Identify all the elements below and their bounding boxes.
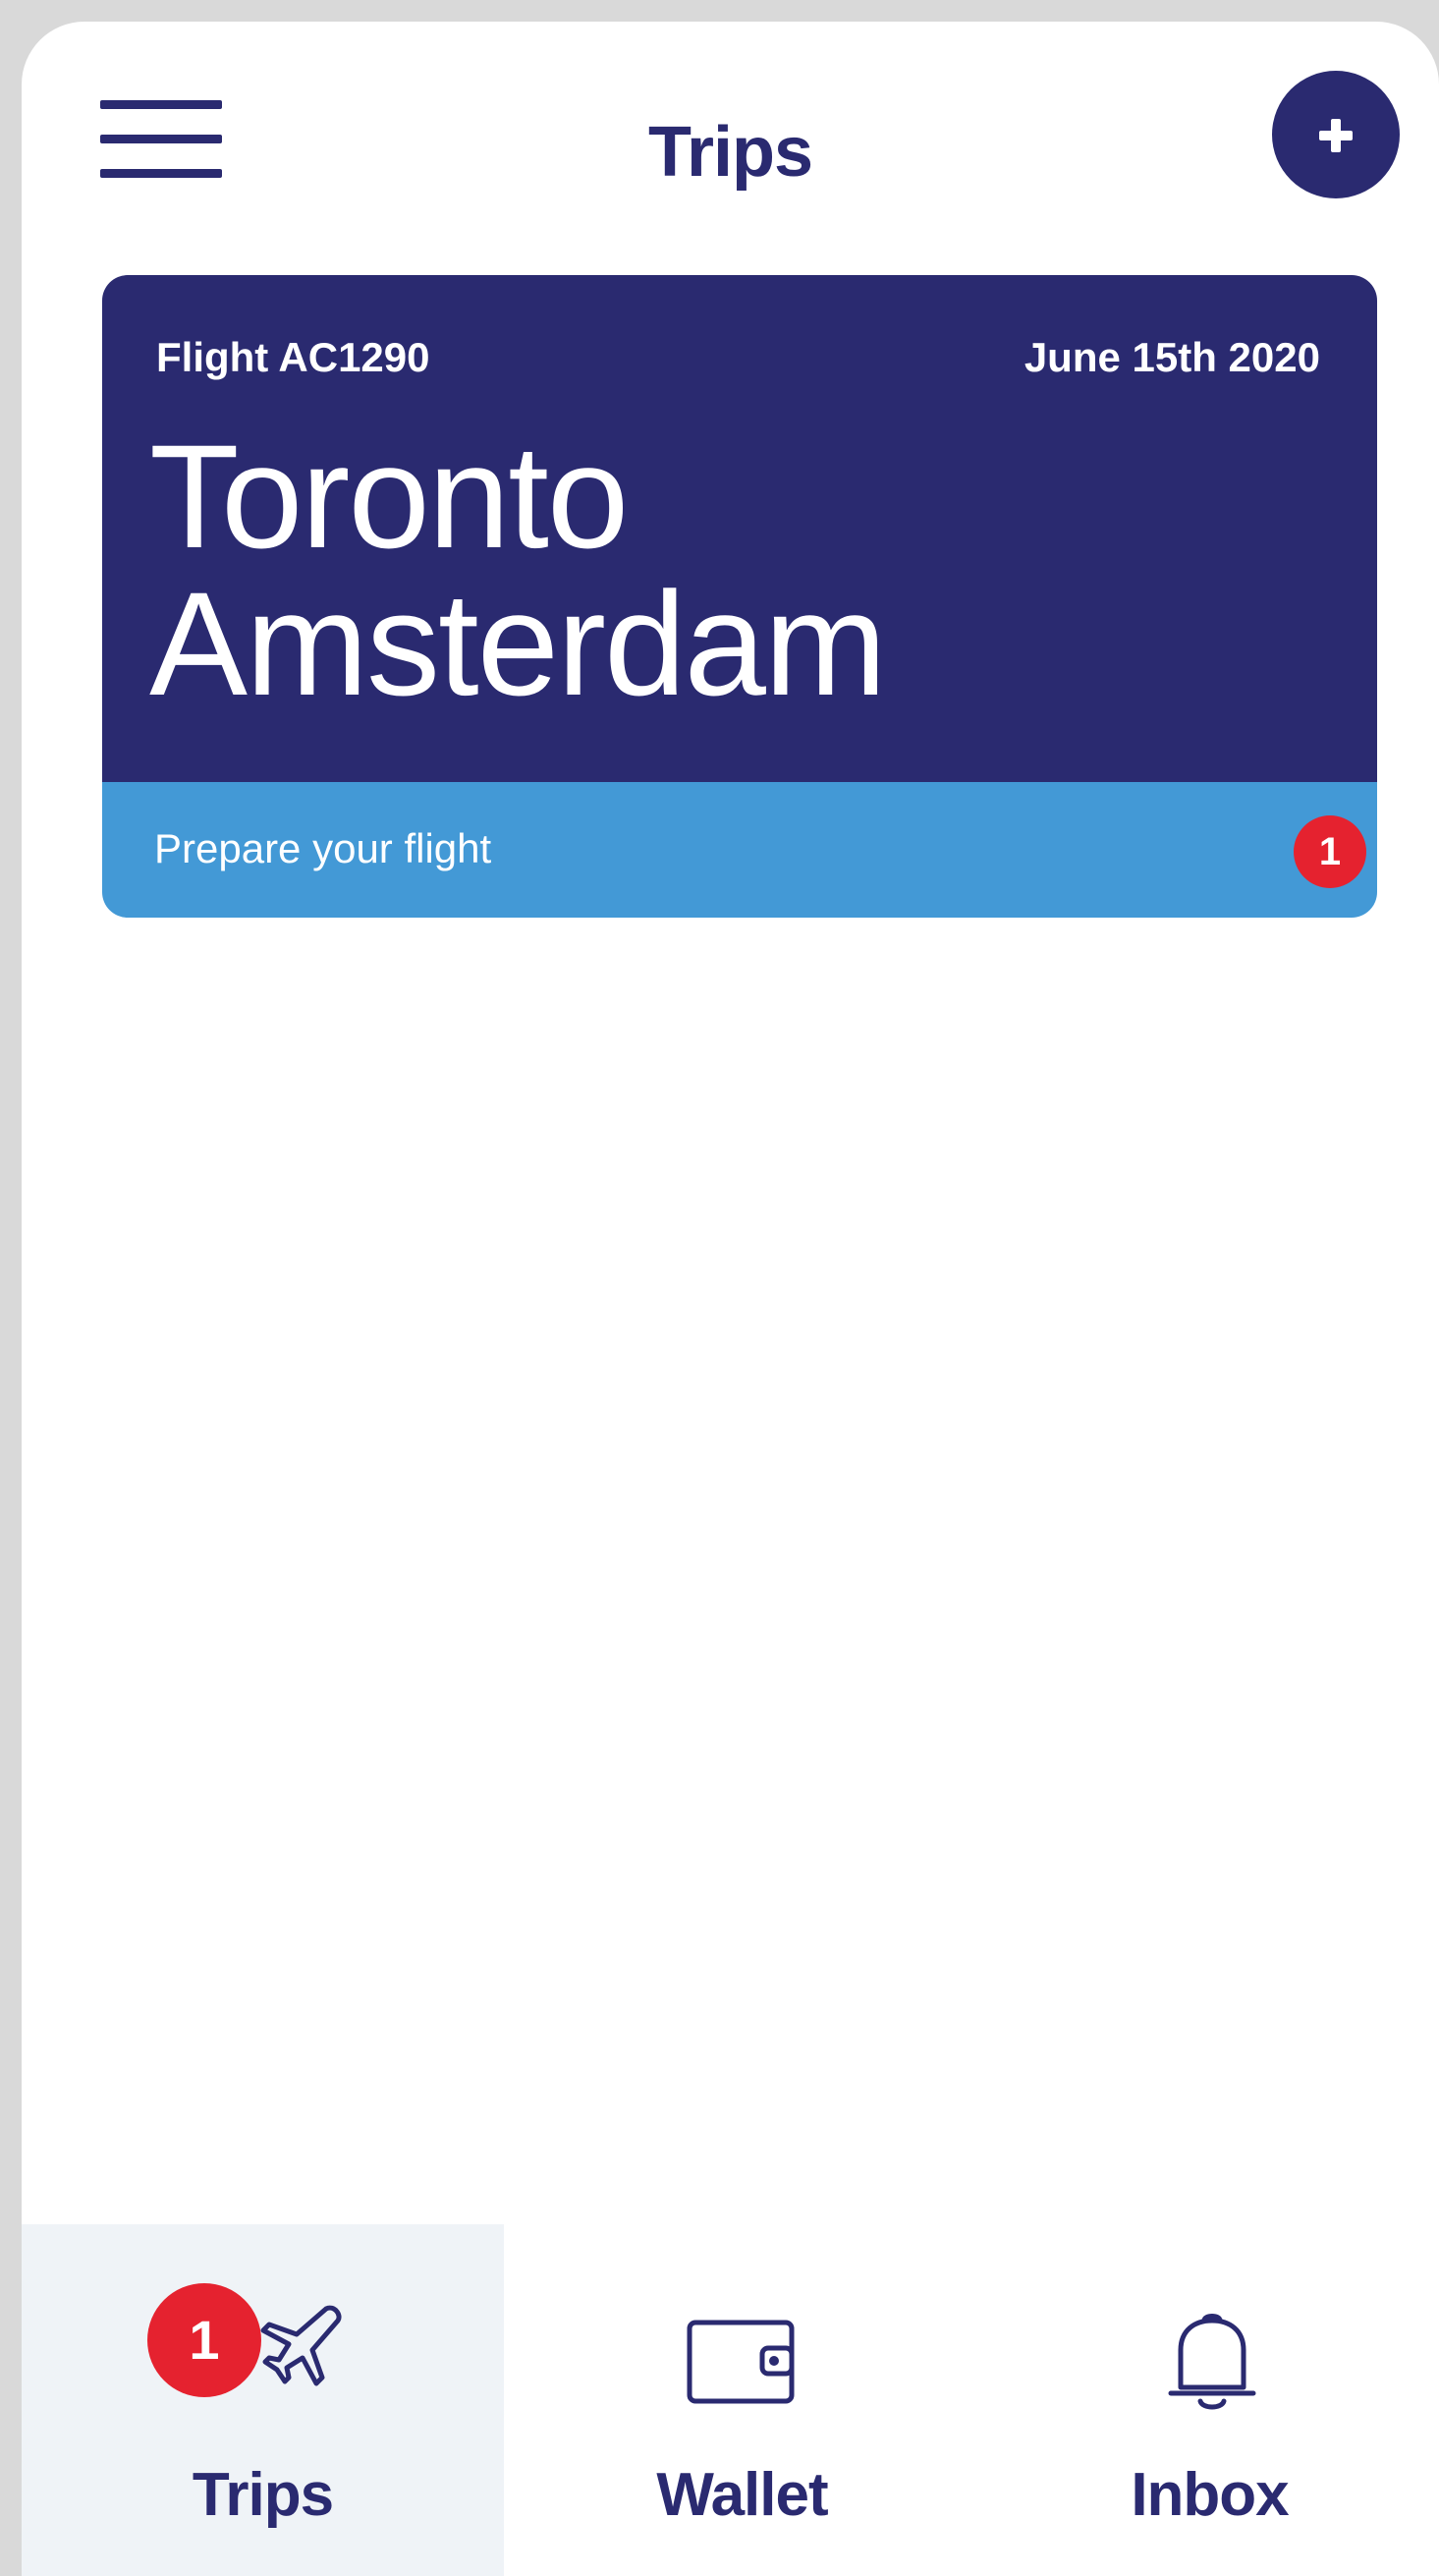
tab-wallet-label: Wallet bbox=[656, 2461, 828, 2529]
page-title: Trips bbox=[647, 113, 813, 192]
prepare-flight-label: Prepare your flight bbox=[154, 825, 492, 871]
trip-card-header: Flight AC1290 June 15th 2020 Toronto Ams… bbox=[102, 275, 1377, 782]
bell-icon bbox=[1168, 2314, 1256, 2410]
tab-trips[interactable]: 1 Trips bbox=[22, 2224, 504, 2576]
tab-wallet[interactable]: Wallet bbox=[504, 2224, 980, 2576]
trip-card[interactable]: Flight AC1290 June 15th 2020 Toronto Ams… bbox=[102, 275, 1377, 918]
wallet-icon bbox=[687, 2320, 795, 2404]
top-bar: Trips bbox=[22, 22, 1439, 257]
tab-trips-label: Trips bbox=[192, 2461, 334, 2529]
destination-city: Amsterdam bbox=[149, 561, 887, 726]
prepare-flight-bar[interactable]: Prepare your flight 1 bbox=[102, 782, 1377, 918]
flight-number: Flight AC1290 bbox=[156, 334, 430, 380]
tab-inbox[interactable]: Inbox bbox=[980, 2224, 1439, 2576]
origin-city: Toronto bbox=[149, 414, 629, 579]
flight-date: June 15th 2020 bbox=[1024, 334, 1320, 380]
trips-badge: 1 bbox=[147, 2283, 261, 2397]
plus-icon bbox=[1319, 119, 1353, 152]
notification-badge: 1 bbox=[1294, 815, 1366, 888]
bottom-tab-bar: 1 Trips Wallet Inbox bbox=[22, 2224, 1439, 2576]
add-trip-button[interactable] bbox=[1272, 71, 1400, 198]
tab-inbox-label: Inbox bbox=[1131, 2461, 1289, 2529]
app-screen: Trips Flight AC1290 June 15th 2020 Toron… bbox=[22, 22, 1439, 2576]
